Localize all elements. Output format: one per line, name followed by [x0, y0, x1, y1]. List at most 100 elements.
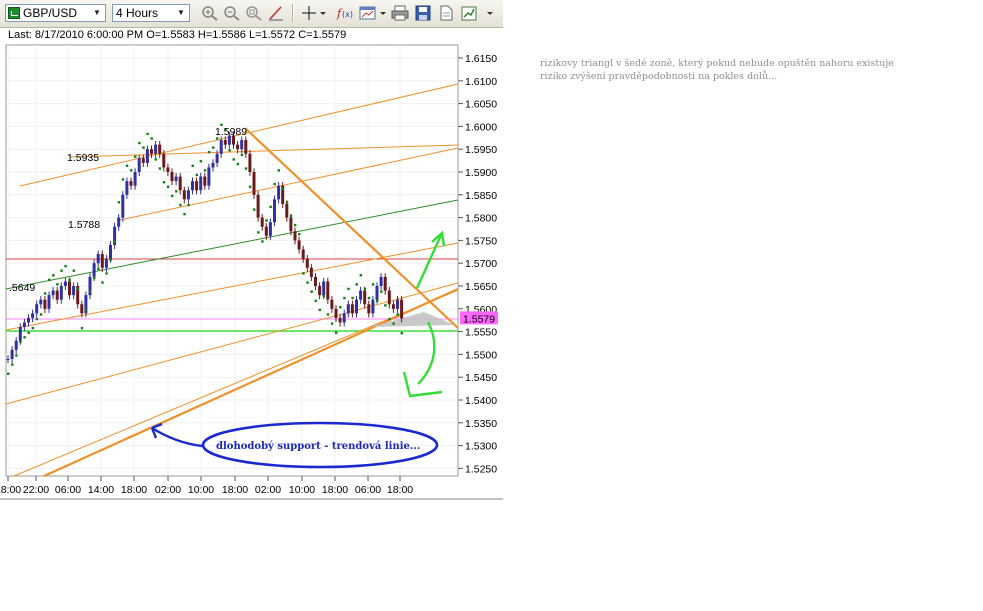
- sar-dot: [125, 164, 129, 168]
- time-tick-label: 14:00: [88, 484, 114, 496]
- sar-dot: [39, 313, 43, 316]
- candle-body: [43, 299, 47, 309]
- sar-dot: [84, 308, 88, 312]
- candle-body: [166, 167, 170, 172]
- sar-dot: [113, 240, 116, 243]
- candle-body: [396, 299, 399, 309]
- plot-area-border: [5, 44, 459, 477]
- sar-dot: [228, 149, 231, 152]
- candle-body: [223, 140, 227, 145]
- candle-body: [51, 290, 55, 296]
- sar-dot: [31, 326, 34, 330]
- sar-dot: [294, 223, 297, 227]
- candle-body: [203, 176, 207, 186]
- price-tick-label: 1.5900: [465, 167, 497, 179]
- sar-dot: [367, 296, 371, 300]
- candle-body: [191, 181, 194, 191]
- candle-body: [63, 281, 67, 286]
- candle-body: [211, 162, 215, 168]
- sar-dot: [43, 292, 47, 295]
- price-tick-label: 1.5800: [465, 213, 497, 225]
- sar-dot: [269, 205, 272, 209]
- time-tick-label: 06:00: [355, 484, 381, 496]
- candle-body: [72, 286, 76, 296]
- candle-body: [256, 194, 260, 218]
- candle-body: [137, 158, 141, 172]
- sar-dot: [134, 155, 137, 158]
- sar-dot: [48, 278, 51, 282]
- candle-body: [80, 304, 84, 314]
- level-label: 1.5989: [215, 126, 247, 138]
- candle-body: [35, 304, 39, 314]
- candle-body: [141, 158, 145, 163]
- sar-dot: [277, 169, 280, 172]
- sar-dot: [302, 272, 305, 275]
- candle-body: [264, 226, 268, 236]
- sar-dot: [355, 283, 358, 286]
- candle-body: [150, 149, 153, 154]
- sar-dot: [253, 208, 256, 211]
- candle-body: [6, 358, 10, 360]
- candle-body: [18, 327, 22, 341]
- sar-dot: [363, 287, 367, 291]
- candle-body: [162, 153, 166, 168]
- sar-dot: [232, 158, 235, 161]
- sar-dot: [388, 317, 391, 321]
- price-tick-label: 1.5950: [465, 144, 497, 156]
- candle-body: [68, 281, 71, 296]
- candle-body: [273, 199, 276, 223]
- candle-body: [215, 153, 219, 163]
- candle-body: [371, 299, 375, 314]
- sar-dot: [203, 169, 207, 172]
- time-tick-label: 02:00: [155, 484, 181, 496]
- candle-body: [309, 267, 313, 277]
- candle-body: [289, 217, 293, 232]
- candle-body: [326, 281, 330, 300]
- candle-body: [342, 313, 346, 323]
- level-label: 1.5935: [67, 152, 99, 164]
- sar-dot: [150, 137, 153, 140]
- candle-body: [367, 304, 371, 314]
- candle-body: [207, 167, 211, 186]
- sar-dot: [117, 201, 121, 204]
- price-tick-label: 1.6150: [465, 53, 497, 65]
- candle-body: [318, 286, 322, 296]
- candle-body: [174, 176, 178, 182]
- candle-body: [277, 185, 281, 200]
- sar-dot: [392, 322, 395, 325]
- time-tick-label: 02:00: [255, 484, 281, 496]
- candle-body: [27, 317, 30, 323]
- candle-body: [59, 286, 63, 300]
- candle-body: [379, 276, 383, 286]
- candle-body: [334, 308, 338, 318]
- sar-dot: [19, 340, 22, 344]
- candle-body: [293, 231, 297, 241]
- price-tick-label: 1.5350: [465, 418, 497, 430]
- candle-body: [240, 140, 244, 150]
- sar-dot: [171, 194, 174, 198]
- sar-dot: [93, 276, 96, 280]
- price-tick-label: 1.5500: [465, 349, 497, 361]
- price-tick-label: 1.5750: [465, 235, 497, 247]
- candle-body: [154, 144, 158, 154]
- candle-body: [359, 290, 363, 300]
- sar-dot: [281, 187, 285, 190]
- support-label: dlohodobý support - trendová linie...: [216, 441, 420, 452]
- price-tick-label: 1.5850: [465, 190, 497, 202]
- price-chart[interactable]: 1.5935 1.5788 .5649 1.5989 dlohodobý support…: [0, 0, 503, 500]
- sar-dot: [289, 214, 293, 218]
- sar-dot: [384, 304, 387, 307]
- risk-note: rizikovy triangl v šedé zoně, který poku…: [540, 57, 920, 83]
- sar-dot: [130, 169, 133, 172]
- sar-dot: [314, 299, 317, 302]
- candle-body: [355, 299, 358, 314]
- candle-body: [14, 340, 18, 350]
- candle-body: [260, 217, 264, 227]
- candle-body: [133, 172, 137, 186]
- candle-body: [158, 144, 162, 154]
- sar-dot: [285, 201, 289, 204]
- sar-dot: [76, 287, 80, 291]
- current-price-label: 1.5579: [463, 313, 495, 325]
- sar-dot: [240, 153, 244, 157]
- candle-body: [400, 299, 404, 319]
